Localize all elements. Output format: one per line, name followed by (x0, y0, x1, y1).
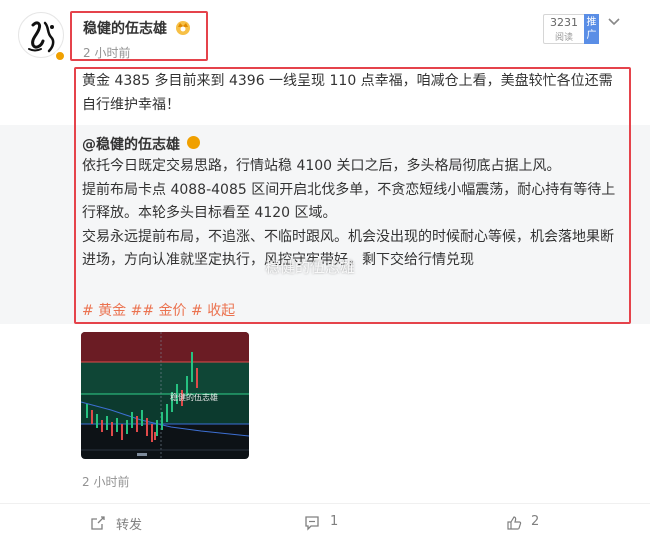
chart-image[interactable] (81, 332, 249, 459)
comment-count[interactable]: 1 (330, 514, 338, 529)
divider (0, 503, 650, 504)
read-count: 3231 (550, 16, 578, 29)
promote-button[interactable]: 推广 (584, 14, 599, 44)
crown-icon (174, 18, 192, 36)
verified-badge-icon (54, 50, 66, 62)
image-watermark: 稳健的伍志雄 (170, 393, 218, 402)
post-time-bottom: 2 小时前 (82, 475, 130, 489)
comment-icon[interactable] (304, 515, 320, 531)
share-icon[interactable] (90, 515, 106, 531)
highlight-box-content (74, 67, 631, 324)
like-count[interactable]: 2 (531, 514, 539, 529)
chevron-down-icon[interactable] (607, 14, 621, 28)
repost-button[interactable]: 转发 (116, 514, 142, 533)
post-time[interactable]: 2 小时前 (83, 44, 130, 61)
like-icon[interactable] (506, 515, 522, 531)
author-name[interactable]: 稳健的伍志雄 (83, 18, 167, 38)
read-label: 阅读 (554, 33, 573, 43)
